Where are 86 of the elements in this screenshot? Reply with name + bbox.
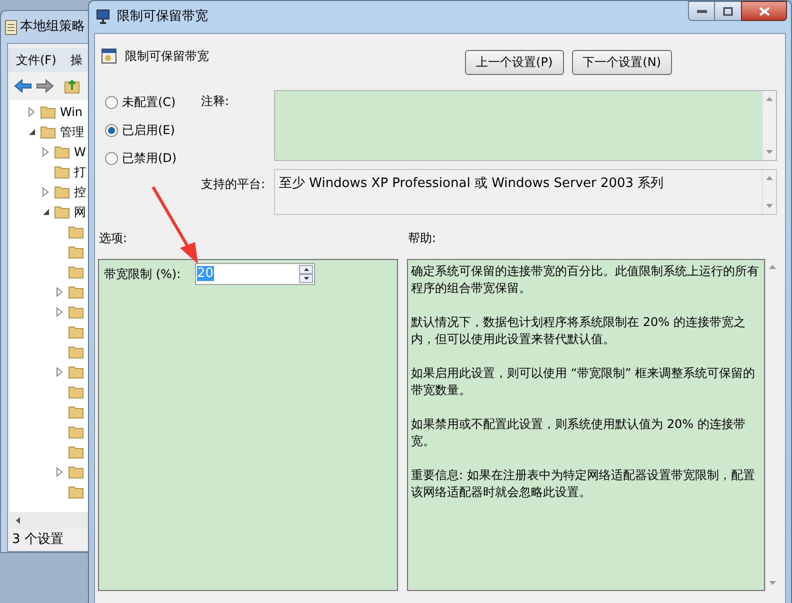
scroll-down-icon[interactable] xyxy=(766,204,773,208)
folder-icon xyxy=(68,285,84,299)
help-paragraph: 如果禁用或不配置此设置，则系统使用默认值为 20% 的连接带宽。 xyxy=(411,416,746,450)
expand-arrow-icon[interactable] xyxy=(42,187,50,197)
minimize-button[interactable] xyxy=(688,1,715,21)
status-text: 3 个设置 xyxy=(12,531,64,550)
tree-item[interactable]: 网 xyxy=(74,203,86,221)
close-icon xyxy=(758,6,770,16)
help-paragraph: 重要信息: 如果在注册表中为特定网络适配器设置带宽限制，配置该网络适配器时就会忽略此设置。 xyxy=(411,467,756,501)
folder-icon xyxy=(68,325,84,339)
folder-icon xyxy=(54,165,70,179)
scroll-left-icon[interactable] xyxy=(16,517,20,524)
window-title: 本地组策略 xyxy=(20,18,85,36)
forward-arrow-icon[interactable] xyxy=(36,79,54,93)
spin-up-button[interactable] xyxy=(299,265,313,274)
expand-arrow-icon[interactable] xyxy=(28,107,36,117)
radio-button[interactable] xyxy=(105,124,118,136)
tree-item[interactable]: W xyxy=(74,143,86,161)
folder-icon xyxy=(68,365,84,379)
window-title: 限制可保留带宽 xyxy=(117,8,208,26)
menu-item[interactable]: 文件(F) xyxy=(16,51,56,69)
tree-item[interactable]: Win xyxy=(60,103,83,121)
radio-label[interactable]: 已启用(E) xyxy=(122,121,175,139)
scroll-down-icon[interactable] xyxy=(769,581,776,585)
scrollbar[interactable] xyxy=(762,91,776,160)
tree-item[interactable]: 控 xyxy=(74,183,86,201)
collapse-arrow-icon[interactable] xyxy=(28,127,36,137)
nav-button[interactable]: 上一个设置(P) xyxy=(465,50,564,74)
expand-arrow-icon[interactable] xyxy=(42,147,50,157)
folder-icon xyxy=(68,345,84,359)
help-paragraph: 如果启用此设置，则可以使用 “带宽限制” 框来调整系统可保留的带宽数量。 xyxy=(411,365,756,399)
folder-icon xyxy=(68,265,84,279)
scroll-up-icon[interactable] xyxy=(769,265,776,269)
folder-icon xyxy=(54,145,70,159)
field-value: 20 xyxy=(197,266,214,282)
maximize-icon xyxy=(723,6,733,16)
back-arrow-icon[interactable] xyxy=(14,79,32,93)
computer-icon xyxy=(95,9,111,25)
option-label: 带宽限制 (%): xyxy=(104,266,182,283)
close-button[interactable] xyxy=(741,1,787,21)
help-label: 帮助: xyxy=(408,230,436,247)
help-paragraph: 默认情况下，数据包计划程序将系统限制在 20% 的连接带宽之内，但可以使用此设置来替代默认值。 xyxy=(411,314,746,348)
expand-arrow-icon[interactable] xyxy=(56,467,64,477)
policy-heading: 限制可保留带宽 xyxy=(125,48,209,65)
scroll-down-icon[interactable] xyxy=(766,150,773,154)
horizontal-scrollbar[interactable] xyxy=(10,512,90,529)
scroll-icon xyxy=(5,20,17,34)
comment-label: 注释: xyxy=(201,93,230,110)
folder-icon xyxy=(40,105,56,119)
radio-label[interactable]: 已禁用(D) xyxy=(122,149,177,167)
tree-item[interactable]: 打 xyxy=(74,163,86,181)
maximize-button[interactable] xyxy=(715,1,741,21)
folder-icon xyxy=(68,225,84,239)
folder-icon xyxy=(54,185,70,199)
platform-label: 支持的平台: xyxy=(201,176,266,193)
platform-text: 至少 Windows XP Professional 或 Windows Server 2003 系列 xyxy=(278,175,665,193)
minimize-icon xyxy=(696,10,706,12)
folder-icon xyxy=(54,205,70,219)
spin-down-button[interactable] xyxy=(299,274,313,283)
scrollbar[interactable] xyxy=(762,170,776,214)
radio-button[interactable] xyxy=(105,96,118,108)
radio-button[interactable] xyxy=(105,152,118,164)
nav-button[interactable]: 下一个设置(N) xyxy=(572,50,672,74)
radio-label[interactable]: 未配置(C) xyxy=(122,93,176,111)
collapse-arrow-icon[interactable] xyxy=(42,207,50,217)
folder-icon xyxy=(68,385,84,399)
folder-icon xyxy=(68,465,84,479)
options-label: 选项: xyxy=(99,230,128,247)
folder-icon xyxy=(68,485,84,499)
policy-icon xyxy=(101,48,117,64)
up-arrow-icon xyxy=(304,268,308,271)
down-arrow-icon xyxy=(304,277,308,280)
folder-icon xyxy=(68,245,84,259)
folder-up-icon[interactable] xyxy=(64,78,80,94)
expand-arrow-icon[interactable] xyxy=(56,367,64,377)
folder-icon xyxy=(68,445,84,459)
folder-icon xyxy=(68,305,84,319)
help-paragraph: 确定系统可保留的连接带宽的百分比。此值限制系统上运行的所有程序的组合带宽保留。 xyxy=(411,263,760,297)
folder-icon xyxy=(68,405,84,419)
comment-field[interactable] xyxy=(274,90,777,161)
scroll-up-icon[interactable] xyxy=(766,176,773,180)
menu-item[interactable]: 操 xyxy=(70,51,82,69)
folder-icon xyxy=(68,425,84,439)
scroll-up-icon[interactable] xyxy=(766,97,773,101)
folder-icon xyxy=(40,125,56,139)
tree-item[interactable]: 管理 xyxy=(60,123,84,141)
